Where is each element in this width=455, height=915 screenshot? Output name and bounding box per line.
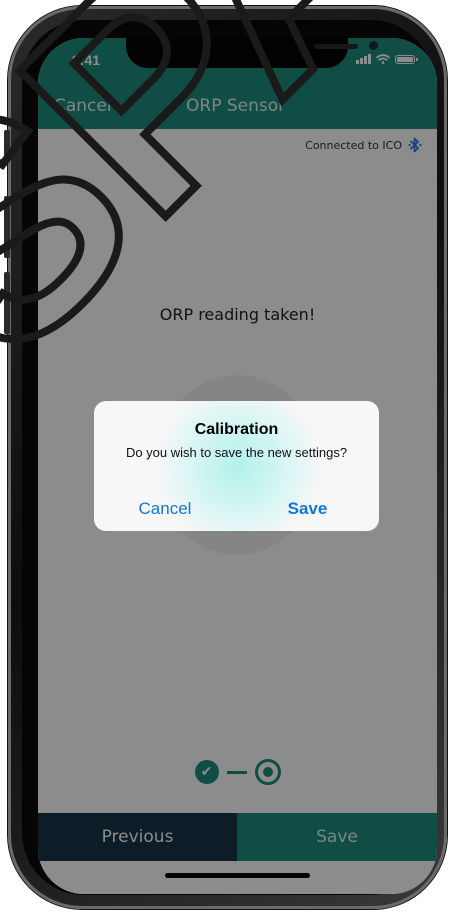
dialog-title: Calibration — [194, 421, 279, 438]
calibration-dialog: Calibration Do you wish to save the new … — [94, 401, 379, 531]
dialog-save-button[interactable]: Save — [236, 499, 379, 519]
dialog-message: Do you wish to save the new settings? — [125, 445, 348, 460]
phone-screen: 9:41 Cancel ORP Sensor Connected to ICO — [38, 38, 437, 894]
volume-up-button — [4, 196, 10, 258]
dialog-cancel-button[interactable]: Cancel — [94, 499, 236, 519]
volume-down-button — [4, 272, 10, 334]
mute-switch — [4, 130, 10, 162]
